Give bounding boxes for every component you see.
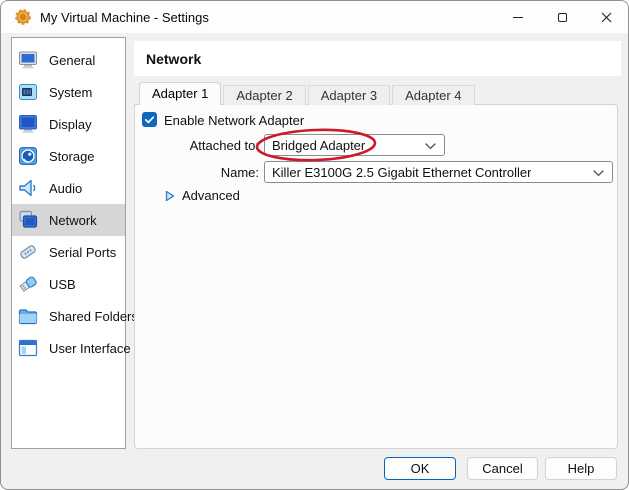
minimize-icon (513, 16, 523, 18)
storage-disk-icon (19, 147, 37, 165)
tab-adapter-1[interactable]: Adapter 1 (139, 82, 222, 105)
sidebar-item-system[interactable]: System (12, 76, 125, 108)
system-chip-icon (19, 84, 37, 100)
help-button[interactable]: Help (545, 457, 617, 480)
adapter-name-dropdown[interactable]: Killer E3100G 2.5 Gigabit Ethernet Contr… (264, 161, 613, 183)
sidebar-item-usb[interactable]: USB (12, 268, 125, 300)
sidebar-item-audio[interactable]: Audio (12, 172, 125, 204)
maximize-icon (557, 12, 567, 22)
ok-button[interactable]: OK (384, 457, 456, 480)
attached-to-label: Attached to: (189, 138, 259, 153)
sidebar-item-label: Shared Folders (49, 308, 138, 324)
page-header: Network (134, 41, 621, 76)
page-title: Network (146, 50, 202, 67)
attached-to-dropdown[interactable]: Bridged Adapter (264, 134, 445, 156)
sidebar-item-network[interactable]: Network (12, 204, 125, 236)
tab-adapter-4[interactable]: Adapter 4 (392, 85, 475, 105)
name-label: Name: (220, 165, 259, 180)
sidebar-item-label: User Interface (49, 340, 131, 356)
advanced-expander[interactable]: Advanced (165, 188, 240, 203)
maximize-button[interactable] (540, 1, 584, 33)
cancel-button[interactable]: Cancel (467, 457, 538, 480)
window-title: My Virtual Machine - Settings (40, 9, 209, 25)
checkmark-icon (144, 116, 155, 124)
close-icon (601, 12, 611, 22)
serial-port-icon (20, 245, 36, 259)
settings-category-sidebar: General System Display Storage Audio Net… (11, 37, 138, 449)
expander-triangle-icon (165, 190, 175, 201)
enable-network-adapter-checkbox[interactable] (142, 112, 157, 127)
display-monitor-icon (19, 115, 37, 133)
sidebar-item-storage[interactable]: Storage (12, 140, 125, 172)
tab-adapter-3[interactable]: Adapter 3 (307, 85, 391, 105)
sidebar-item-shared-folders[interactable]: Shared Folders (12, 300, 138, 332)
attached-to-value: Bridged Adapter (272, 137, 366, 153)
network-cards-icon (19, 210, 38, 228)
sidebar-item-label: Serial Ports (49, 244, 117, 260)
sidebar-item-label: USB (49, 276, 76, 292)
sidebar-item-serial-ports[interactable]: Serial Ports (12, 236, 125, 268)
sidebar-item-label: Storage (49, 148, 95, 164)
sidebar-item-label: Display (49, 116, 92, 132)
minimize-button[interactable] (496, 1, 540, 33)
sidebar-item-label: Audio (49, 180, 83, 196)
chevron-down-icon (593, 170, 604, 177)
virtualbox-settings-gear-icon (15, 9, 31, 25)
adapter-tabs: Adapter 1 Adapter 2 Adapter 3 Adapter 4 (139, 82, 477, 105)
adapter-name-value: Killer E3100G 2.5 Gigabit Ethernet Contr… (272, 164, 532, 180)
shared-folder-icon (18, 309, 38, 325)
window-controls (496, 1, 628, 33)
enable-network-adapter-label[interactable]: Enable Network Adapter (164, 113, 304, 128)
titlebar[interactable]: My Virtual Machine - Settings (1, 1, 628, 33)
sidebar-item-general[interactable]: General (12, 44, 125, 76)
chevron-down-icon (425, 143, 436, 150)
sidebar-item-display[interactable]: Display (12, 108, 125, 140)
sidebar-item-label: System (49, 84, 93, 100)
close-button[interactable] (584, 1, 628, 33)
advanced-label: Advanced (182, 188, 240, 203)
usb-plug-icon (19, 276, 37, 292)
audio-speaker-icon (19, 179, 36, 197)
general-monitor-icon (19, 51, 37, 69)
settings-window: My Virtual Machine - Settings General Sy… (0, 0, 629, 490)
sidebar-item-label: General (49, 52, 96, 68)
sidebar-item-label: Network (49, 212, 97, 228)
tab-adapter-2[interactable]: Adapter 2 (223, 85, 306, 105)
sidebar-item-user-interface[interactable]: User Interface (12, 332, 131, 364)
user-interface-icon (18, 339, 38, 357)
